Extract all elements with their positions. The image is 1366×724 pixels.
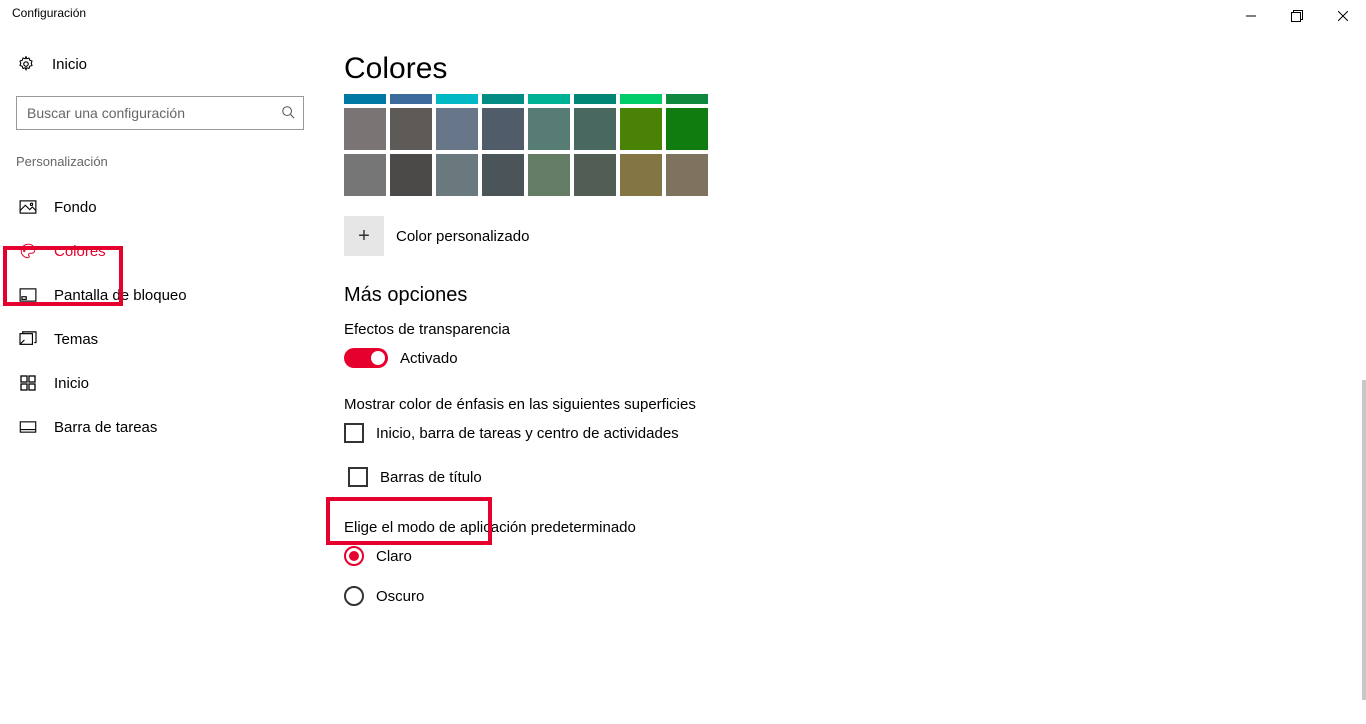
sidebar-item-colors[interactable]: Colores bbox=[16, 229, 304, 273]
checkbox-start-taskbar[interactable]: Inicio, barra de tareas y centro de acti… bbox=[344, 423, 1342, 443]
color-swatch[interactable] bbox=[666, 94, 708, 104]
color-swatch[interactable] bbox=[436, 154, 478, 196]
plus-icon: + bbox=[344, 216, 384, 256]
picture-icon bbox=[18, 200, 38, 214]
color-swatches-grid bbox=[344, 94, 1342, 196]
window-controls bbox=[1228, 0, 1366, 32]
sidebar-item-start[interactable]: Inicio bbox=[16, 361, 304, 405]
color-swatch[interactable] bbox=[574, 154, 616, 196]
swatch-row-0 bbox=[344, 108, 1342, 150]
color-swatch[interactable] bbox=[528, 108, 570, 150]
lockscreen-icon bbox=[18, 288, 38, 302]
main-content: Colores + Color personalizado Más opcion… bbox=[320, 32, 1366, 724]
accent-surfaces-label: Mostrar color de énfasis en las siguient… bbox=[344, 396, 1342, 413]
radio-icon bbox=[344, 546, 364, 566]
color-swatch[interactable] bbox=[666, 154, 708, 196]
color-swatch[interactable] bbox=[620, 94, 662, 104]
app-title: Configuración bbox=[12, 0, 86, 20]
color-swatch[interactable] bbox=[344, 154, 386, 196]
color-swatch[interactable] bbox=[666, 108, 708, 150]
title-bar: Configuración bbox=[0, 0, 1366, 32]
search-icon bbox=[281, 105, 295, 122]
checkbox-label: Inicio, barra de tareas y centro de acti… bbox=[376, 425, 679, 442]
color-swatch[interactable] bbox=[390, 94, 432, 104]
radio-label: Oscuro bbox=[376, 588, 424, 605]
color-swatch[interactable] bbox=[390, 154, 432, 196]
app-mode-heading: Elige el modo de aplicación predetermina… bbox=[344, 519, 1342, 536]
color-swatch[interactable] bbox=[482, 108, 524, 150]
checkbox-label: Barras de título bbox=[380, 469, 482, 486]
color-swatch[interactable] bbox=[620, 154, 662, 196]
start-icon bbox=[18, 375, 38, 391]
checkbox-icon bbox=[348, 467, 368, 487]
color-swatch[interactable] bbox=[528, 154, 570, 196]
search-input[interactable] bbox=[25, 104, 259, 122]
color-swatch[interactable] bbox=[344, 108, 386, 150]
sidebar-item-label: Inicio bbox=[54, 375, 89, 392]
close-button[interactable] bbox=[1320, 0, 1366, 32]
color-swatch[interactable] bbox=[482, 94, 524, 104]
themes-icon bbox=[18, 331, 38, 347]
search-box[interactable] bbox=[16, 96, 304, 130]
minimize-button[interactable] bbox=[1228, 0, 1274, 32]
sidebar: Inicio Personalización Fondo bbox=[0, 32, 320, 724]
sidebar-item-background[interactable]: Fondo bbox=[16, 185, 304, 229]
custom-color-button[interactable]: + Color personalizado bbox=[344, 216, 1342, 256]
swatch-row-1 bbox=[344, 154, 1342, 196]
sidebar-item-label: Barra de tareas bbox=[54, 419, 157, 436]
home-label: Inicio bbox=[52, 56, 87, 73]
radio-icon bbox=[344, 586, 364, 606]
sidebar-item-lockscreen[interactable]: Pantalla de bloqueo bbox=[16, 273, 304, 317]
section-heading: Personalización bbox=[16, 154, 304, 169]
color-swatch[interactable] bbox=[344, 94, 386, 104]
transparency-state: Activado bbox=[400, 350, 458, 367]
maximize-button[interactable] bbox=[1274, 0, 1320, 32]
color-swatch[interactable] bbox=[482, 154, 524, 196]
sidebar-item-taskbar[interactable]: Barra de tareas bbox=[16, 405, 304, 449]
custom-color-label: Color personalizado bbox=[396, 228, 529, 245]
home-link[interactable]: Inicio bbox=[16, 44, 304, 84]
color-swatch[interactable] bbox=[620, 108, 662, 150]
color-swatch[interactable] bbox=[574, 94, 616, 104]
vertical-scrollbar[interactable] bbox=[1362, 380, 1366, 700]
radio-dark[interactable]: Oscuro bbox=[344, 586, 1342, 606]
color-swatch[interactable] bbox=[390, 108, 432, 150]
swatch-row-strip bbox=[344, 94, 1342, 104]
checkbox-icon bbox=[344, 423, 364, 443]
sidebar-item-label: Temas bbox=[54, 331, 98, 348]
page-title: Colores bbox=[344, 52, 1342, 86]
transparency-label: Efectos de transparencia bbox=[344, 321, 1342, 338]
color-swatch[interactable] bbox=[574, 108, 616, 150]
color-swatch[interactable] bbox=[528, 94, 570, 104]
sidebar-item-label: Pantalla de bloqueo bbox=[54, 287, 187, 304]
color-swatch[interactable] bbox=[436, 94, 478, 104]
more-options-heading: Más opciones bbox=[344, 284, 1342, 307]
radio-label: Claro bbox=[376, 548, 412, 565]
sidebar-item-label: Fondo bbox=[54, 199, 97, 216]
transparency-toggle[interactable] bbox=[344, 348, 388, 368]
radio-light[interactable]: Claro bbox=[344, 546, 1342, 566]
color-swatch[interactable] bbox=[436, 108, 478, 150]
gear-icon bbox=[16, 55, 36, 73]
checkbox-titlebars[interactable]: Barras de título bbox=[344, 463, 500, 491]
palette-icon bbox=[18, 242, 38, 260]
taskbar-icon bbox=[18, 421, 38, 433]
sidebar-item-themes[interactable]: Temas bbox=[16, 317, 304, 361]
sidebar-item-label: Colores bbox=[54, 243, 106, 260]
